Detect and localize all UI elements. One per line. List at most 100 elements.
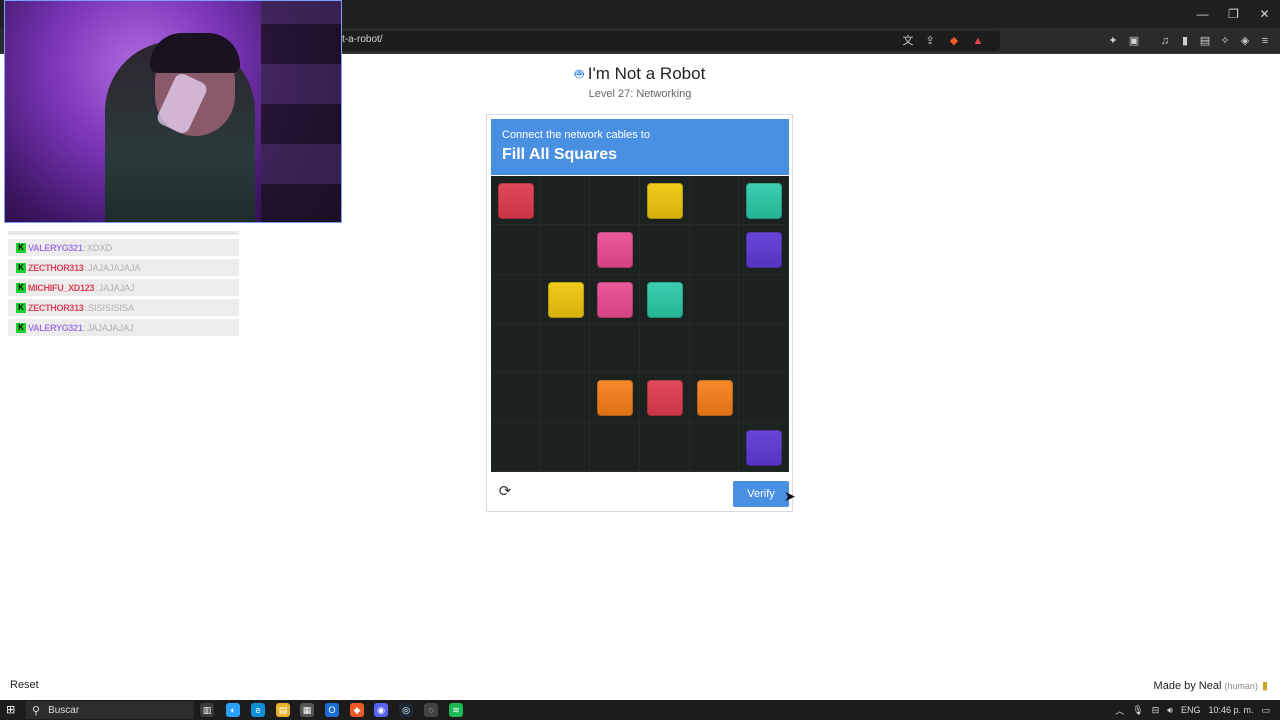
restore-button[interactable]: ❐ bbox=[1218, 0, 1249, 28]
brave-shield-icon[interactable]: ◆ bbox=[946, 33, 962, 49]
kick-badge-icon: K bbox=[16, 262, 26, 273]
grid-cell[interactable] bbox=[689, 373, 740, 423]
outlook-icon[interactable]: O bbox=[325, 703, 339, 717]
grid-cell[interactable] bbox=[491, 176, 541, 226]
reset-link[interactable]: Reset bbox=[10, 679, 39, 691]
copilot-icon[interactable]: ◐ bbox=[226, 703, 240, 717]
colored-square-red[interactable] bbox=[498, 183, 534, 219]
grid-cell[interactable] bbox=[689, 323, 740, 374]
minimize-button[interactable]: — bbox=[1187, 0, 1218, 28]
grid-cell[interactable] bbox=[590, 323, 640, 374]
leo-icon[interactable]: ✧ bbox=[1217, 33, 1233, 49]
steam-icon[interactable]: ◎ bbox=[399, 703, 413, 717]
grid-cell[interactable] bbox=[590, 176, 640, 226]
file-explorer-icon[interactable]: ▤ bbox=[276, 703, 290, 717]
rewards-icon[interactable]: ▲ bbox=[970, 33, 986, 49]
chat-message: K MICHIFU_XD123 : JAJAJAJ bbox=[8, 279, 239, 296]
brave-app-icon[interactable]: ◆ bbox=[350, 703, 364, 717]
grid-cell[interactable] bbox=[689, 176, 740, 226]
address-bar[interactable]: t-a-robot/ bbox=[300, 31, 1000, 51]
store-icon[interactable]: ▦ bbox=[300, 703, 314, 717]
share-icon[interactable]: ⇪ bbox=[922, 33, 938, 49]
grid-cell[interactable] bbox=[540, 422, 591, 472]
grid-cell[interactable] bbox=[689, 422, 740, 472]
grid-cell[interactable] bbox=[739, 373, 789, 423]
colored-square-orange[interactable] bbox=[597, 380, 634, 417]
grid-cell[interactable] bbox=[491, 373, 541, 423]
grid-cell[interactable] bbox=[640, 225, 690, 275]
chat-divider bbox=[8, 231, 239, 235]
grid-cell[interactable] bbox=[739, 422, 789, 472]
taskbar-clock[interactable]: 10:46 p. m. bbox=[1208, 705, 1253, 715]
colored-square-pink[interactable] bbox=[597, 281, 634, 318]
colored-square-purple[interactable] bbox=[746, 429, 783, 466]
grid-cell[interactable] bbox=[590, 225, 640, 275]
grid-cell[interactable] bbox=[689, 274, 740, 324]
colored-square-teal[interactable] bbox=[647, 281, 683, 318]
grid-cell[interactable] bbox=[689, 225, 740, 275]
colored-square-orange[interactable] bbox=[696, 380, 733, 417]
microphone-icon[interactable]: 🎙︎ bbox=[1132, 705, 1143, 716]
colored-square-red[interactable] bbox=[647, 380, 683, 417]
grid-cell[interactable] bbox=[540, 323, 591, 374]
language-indicator[interactable]: ENG bbox=[1181, 705, 1201, 715]
grid-cell[interactable] bbox=[640, 176, 690, 226]
chat-separator: : bbox=[84, 262, 88, 273]
network-icon[interactable]: ⊟ bbox=[1152, 705, 1160, 716]
task-view-icon[interactable]: ▥ bbox=[200, 703, 214, 717]
vpn-icon[interactable]: ◈ bbox=[1237, 33, 1253, 49]
made-by-credit[interactable]: Made by Neal (human) ▮ bbox=[1154, 679, 1268, 693]
grid-cell[interactable] bbox=[540, 176, 591, 226]
grid-cell[interactable] bbox=[640, 422, 690, 472]
grid-cell[interactable] bbox=[739, 176, 789, 226]
chat-separator: : bbox=[83, 322, 87, 333]
close-button[interactable]: ✕ bbox=[1249, 0, 1280, 28]
grid-cell[interactable] bbox=[590, 422, 640, 472]
grid-cell[interactable] bbox=[739, 274, 789, 324]
chat-message: K VALERYG321 : XDXD bbox=[8, 239, 239, 256]
grid-cell[interactable] bbox=[739, 225, 789, 275]
windows-start-icon[interactable]: ⊞ bbox=[6, 704, 18, 716]
grid-cell[interactable] bbox=[540, 274, 591, 324]
grid-cell[interactable] bbox=[739, 323, 789, 374]
obs-icon[interactable]: ◌ bbox=[424, 703, 438, 717]
discord-icon[interactable]: ◉ bbox=[374, 703, 388, 717]
page-title: 🤖︎ I'm Not a Robot bbox=[0, 64, 1280, 85]
colored-square-yellow[interactable] bbox=[547, 281, 584, 318]
colored-square-teal[interactable] bbox=[746, 183, 783, 219]
grid-cell[interactable] bbox=[540, 373, 591, 423]
grid-cell[interactable] bbox=[491, 274, 541, 324]
menu-icon[interactable]: ≡ bbox=[1257, 33, 1273, 49]
grid-cell[interactable] bbox=[640, 323, 690, 374]
wallet-icon[interactable]: ▤ bbox=[1197, 33, 1213, 49]
chat-text: JAJAJAJAJA bbox=[88, 262, 141, 273]
spotify-icon[interactable]: ≋ bbox=[449, 703, 463, 717]
chat-overlay: K VALERYG321 : XDXD K ZECTHOR313 : JAJAJ… bbox=[8, 231, 239, 339]
verify-button[interactable]: Verify bbox=[733, 481, 789, 507]
grid-cell[interactable] bbox=[491, 225, 541, 275]
edge-icon[interactable]: e bbox=[251, 703, 265, 717]
taskbar-search[interactable]: ⚲ Buscar bbox=[26, 701, 194, 719]
extensions-icon[interactable]: ✦ bbox=[1105, 33, 1121, 49]
sidebar-icon[interactable]: ▮ bbox=[1177, 33, 1193, 49]
grid-cell[interactable] bbox=[491, 422, 541, 472]
grid-cell[interactable] bbox=[640, 274, 690, 324]
colored-square-pink[interactable] bbox=[597, 232, 634, 269]
media-icon[interactable]: ♫ bbox=[1157, 33, 1173, 49]
grid-cell[interactable] bbox=[491, 323, 541, 374]
refresh-icon[interactable]: ⟳ bbox=[497, 484, 513, 500]
grid-cell[interactable] bbox=[640, 373, 690, 423]
page-title-text: I'm Not a Robot bbox=[587, 64, 706, 83]
grid-cell[interactable] bbox=[590, 274, 640, 324]
colored-square-purple[interactable] bbox=[746, 232, 783, 269]
translate-icon[interactable]: 文 bbox=[900, 33, 916, 49]
chat-separator: : bbox=[95, 282, 98, 293]
grid-cell[interactable] bbox=[590, 373, 640, 423]
chat-username: ZECTHOR313 bbox=[28, 302, 84, 313]
screenshot-icon[interactable]: ▣ bbox=[1126, 33, 1142, 49]
notification-icon[interactable]: ▭ bbox=[1261, 705, 1270, 716]
tray-chevron-icon[interactable]: ︿ bbox=[1115, 704, 1124, 717]
colored-square-yellow[interactable] bbox=[647, 183, 683, 219]
volume-icon[interactable]: 🔊︎ bbox=[1167, 705, 1173, 716]
grid-cell[interactable] bbox=[540, 225, 591, 275]
